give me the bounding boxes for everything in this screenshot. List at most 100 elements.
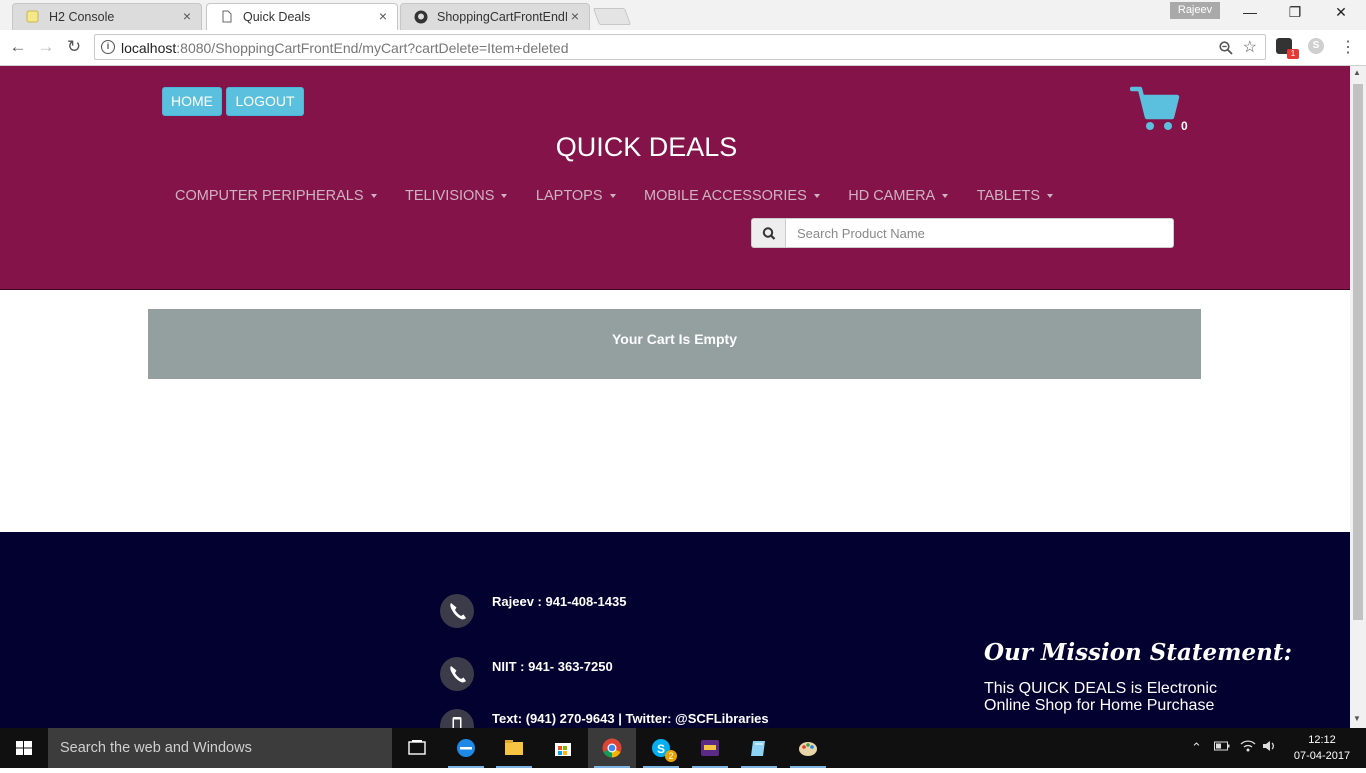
extension-badge: 1 <box>1287 49 1299 59</box>
edge-icon <box>457 739 475 757</box>
tab-github-repo[interactable]: ShoppingCartFrontEndM × <box>400 3 590 30</box>
caret-down-icon <box>813 194 820 199</box>
profile-badge[interactable]: Rajeev <box>1170 2 1220 19</box>
forward-arrow-icon[interactable]: → <box>36 37 56 57</box>
url-host: localhost <box>121 40 177 56</box>
caret-down-icon <box>942 194 949 199</box>
clock-date: 07-04-2017 <box>1293 750 1351 762</box>
tab-h2-console[interactable]: H2 Console × <box>12 3 202 30</box>
search-icon <box>762 227 776 240</box>
battery-icon[interactable] <box>1214 740 1230 755</box>
bookmark-star-icon[interactable]: ☆ <box>1243 37 1257 57</box>
tab-title: Quick Deals <box>243 10 311 24</box>
site-header: HOME LOGOUT 0 QUICK DEALS COMPUTER PERIP… <box>0 66 1350 290</box>
site-title: QUICK DEALS <box>555 132 738 162</box>
nav-tablets[interactable]: TABLETS <box>976 188 1054 204</box>
browser-toolbar: ← → ↻ i localhost:8080/ShoppingCartFront… <box>0 30 1366 66</box>
taskbar-game[interactable] <box>686 728 734 768</box>
new-tab-button[interactable] <box>592 8 632 25</box>
volume-icon[interactable] <box>1262 740 1278 755</box>
tab-close-icon[interactable]: × <box>183 8 191 24</box>
windows-taskbar: Search the web and Windows S 2 ⌃ 12:12 0… <box>0 728 1366 768</box>
store-icon <box>555 743 571 756</box>
tray-clock[interactable]: 12:12 07-04-2017 <box>1290 732 1354 764</box>
url-path: :8080/ShoppingCartFrontEnd/myCart?cartDe… <box>176 40 569 56</box>
taskbar-edge[interactable] <box>442 728 490 768</box>
mission-text: This QUICK DEALS is Electronic Online Sh… <box>984 680 1217 714</box>
taskbar-skype[interactable]: S 2 <box>637 728 685 768</box>
wifi-icon[interactable] <box>1240 740 1256 755</box>
nav-label: TABLETS <box>976 188 1041 204</box>
contact-text: Text: (941) 270-9643 | Twitter: @SCFLibr… <box>492 711 769 726</box>
empty-cart-message: Your Cart Is Empty <box>148 309 1201 379</box>
mobile-icon <box>440 709 474 728</box>
search-button[interactable] <box>751 218 786 248</box>
taskbar-store[interactable] <box>539 728 587 768</box>
reload-icon[interactable]: ↻ <box>64 37 84 57</box>
start-button[interactable] <box>0 728 48 768</box>
contact-text: NIIT : 941- 363-7250 <box>492 659 613 674</box>
caret-down-icon <box>370 194 377 199</box>
browser-menu-icon[interactable]: ⋮ <box>1340 37 1356 57</box>
tab-quick-deals[interactable]: Quick Deals × <box>206 3 398 31</box>
tab-title: H2 Console <box>49 10 115 24</box>
tab-close-icon[interactable]: × <box>379 8 387 24</box>
info-icon[interactable]: i <box>101 40 115 54</box>
close-window-button[interactable]: ✕ <box>1326 4 1356 24</box>
svg-text:S: S <box>657 742 665 756</box>
nav-computer-peripherals[interactable]: COMPUTER PERIPHERALS <box>175 188 377 204</box>
scroll-up-icon[interactable]: ▲ <box>1353 68 1361 77</box>
scroll-down-icon[interactable]: ▼ <box>1353 714 1361 723</box>
page-viewport: HOME LOGOUT 0 QUICK DEALS COMPUTER PERIP… <box>0 66 1350 728</box>
page-scrollbar[interactable]: ▲ ▼ <box>1350 66 1366 728</box>
taskbar-search[interactable]: Search the web and Windows <box>48 728 392 768</box>
url-text[interactable]: localhost:8080/ShoppingCartFrontEnd/myCa… <box>121 40 569 56</box>
folder-icon <box>505 740 523 755</box>
game-icon <box>701 740 719 756</box>
phone-icon <box>440 657 474 691</box>
taskbar-paint[interactable] <box>784 728 832 768</box>
maximize-button[interactable]: ❐ <box>1280 4 1310 24</box>
site-footer: Rajeev : 941-408-1435 NIIT : 941- 363-72… <box>0 532 1350 728</box>
taskbar-file-explorer[interactable] <box>490 728 538 768</box>
home-button[interactable]: HOME <box>162 87 222 116</box>
nav-label: MOBILE ACCESSORIES <box>643 188 807 204</box>
nav-label: TELIVISIONS <box>405 188 495 204</box>
browser-tab-strip: H2 Console × Quick Deals × ShoppingCartF… <box>0 0 1366 31</box>
taskbar-chrome[interactable] <box>588 728 636 768</box>
notes-icon <box>751 741 765 756</box>
paint-icon <box>799 742 817 756</box>
nav-televisions[interactable]: TELIVISIONS <box>405 188 508 204</box>
nav-label: COMPUTER PERIPHERALS <box>175 188 364 204</box>
nav-label: HD CAMERA <box>848 188 936 204</box>
logout-button[interactable]: LOGOUT <box>226 87 304 116</box>
nav-hd-camera[interactable]: HD CAMERA <box>848 188 949 204</box>
shopping-cart-icon[interactable] <box>1129 84 1180 134</box>
task-view-icon <box>408 740 426 755</box>
category-nav: COMPUTER PERIPHERALS TELIVISIONS LAPTOPS… <box>175 187 1077 207</box>
skype-badge: 2 <box>665 750 677 762</box>
caret-down-icon <box>501 194 508 199</box>
product-search <box>751 218 1174 248</box>
mission-title: Our Mission Statement: <box>984 639 1292 666</box>
zoom-icon[interactable] <box>1219 38 1233 59</box>
skype-extension-icon[interactable]: S <box>1308 38 1324 54</box>
minimize-button[interactable]: — <box>1235 4 1265 24</box>
address-bar[interactable]: i localhost:8080/ShoppingCartFrontEnd/my… <box>94 34 1266 60</box>
back-arrow-icon[interactable]: ← <box>8 37 28 57</box>
caret-down-icon <box>609 194 616 199</box>
chrome-icon <box>602 738 622 758</box>
nav-mobile-accessories[interactable]: MOBILE ACCESSORIES <box>644 188 820 204</box>
tab-title: ShoppingCartFrontEndM <box>437 10 567 24</box>
scrollbar-thumb[interactable] <box>1353 84 1363 620</box>
tab-close-icon[interactable]: × <box>571 8 579 24</box>
caret-down-icon <box>1047 194 1054 199</box>
search-product-input[interactable] <box>785 218 1174 248</box>
taskbar-notes[interactable] <box>735 728 783 768</box>
tray-chevron-up-icon[interactable]: ⌃ <box>1191 740 1202 756</box>
nav-laptops[interactable]: LAPTOPS <box>536 188 616 204</box>
contact-text: Rajeev : 941-408-1435 <box>492 594 627 609</box>
windows-logo-icon <box>16 741 32 755</box>
github-favicon-icon <box>414 10 428 24</box>
task-view-button[interactable] <box>393 728 441 768</box>
